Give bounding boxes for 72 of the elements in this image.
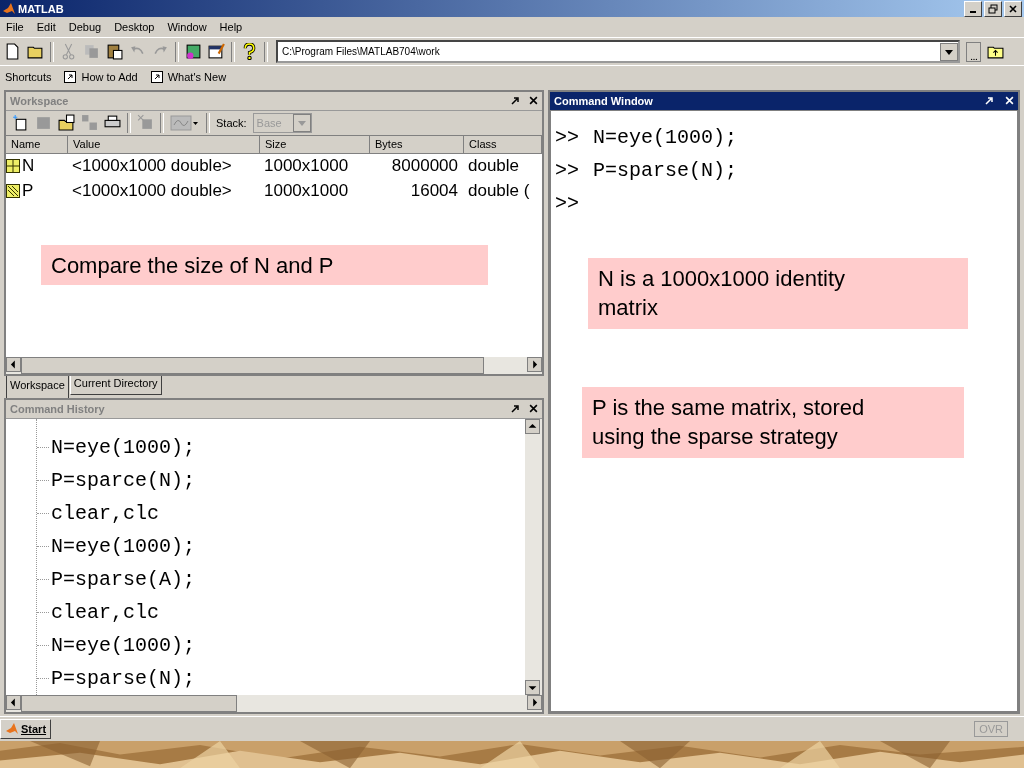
shortcut-link[interactable]: How to Add — [81, 70, 138, 83]
new-file-icon[interactable] — [4, 43, 21, 60]
annotation-note: Compare the size of N and P — [41, 244, 488, 285]
panel-title: Command Window — [554, 94, 654, 107]
history-entry[interactable]: P=sparse(N); — [51, 666, 196, 690]
import-data-icon[interactable] — [58, 114, 75, 131]
history-entry[interactable]: P=sparse(A); — [51, 567, 196, 591]
undock-button[interactable] — [511, 404, 519, 413]
scroll-down-icon[interactable] — [525, 679, 540, 695]
vertical-scrollbar[interactable] — [525, 418, 542, 695]
guide-icon[interactable] — [208, 43, 225, 60]
menu-item[interactable]: File — [6, 21, 24, 34]
column-header[interactable]: Class — [464, 135, 542, 154]
table-cell-text: 16004 — [409, 180, 459, 202]
history-entry[interactable]: P=sparce(N); — [51, 468, 196, 492]
paste-icon[interactable] — [106, 43, 123, 60]
shortcut-link[interactable]: What's New — [167, 70, 227, 83]
column-header[interactable]: Name — [6, 135, 68, 154]
column-header[interactable]: Value — [68, 135, 260, 154]
undock-button[interactable] — [511, 96, 519, 105]
minimize-button[interactable] — [964, 0, 982, 17]
overwrite-indicator: OVR — [974, 720, 1008, 737]
table-cell-text: 1000x1000 — [263, 180, 350, 202]
command-line: N=eye(1000); — [593, 125, 738, 149]
current-directory-field[interactable]: C:\Program Files\MATLAB704\work — [276, 40, 960, 63]
shortcut-icon[interactable] — [150, 70, 163, 83]
table-cell-text: 8000000 — [390, 155, 459, 177]
panel-title: Command History — [10, 402, 106, 415]
menu-item[interactable]: Edit — [36, 21, 56, 34]
minimize-icon — [970, 10, 976, 13]
restore-icon — [988, 3, 998, 14]
close-button[interactable] — [529, 96, 538, 105]
panel-title: Workspace — [10, 94, 70, 107]
history-entry[interactable]: N=eye(1000); — [51, 435, 196, 459]
shortcuts-label: Shortcuts — [5, 70, 52, 83]
history-entry[interactable]: clear,clc — [51, 600, 160, 624]
table-cell-text: 1000x1000 — [263, 155, 350, 177]
table-cell-text: double ( — [467, 180, 531, 202]
menu-item[interactable]: Debug — [68, 21, 102, 34]
close-button[interactable] — [529, 404, 538, 413]
table-cell-text: <1000x1000 double> — [71, 180, 233, 202]
annotation-note: N is a 1000x1000 identity matrix — [588, 257, 968, 329]
simulink-icon[interactable] — [185, 43, 202, 60]
command-prompt: >> — [555, 191, 579, 215]
table-cell-text: <1000x1000 double> — [71, 155, 233, 177]
history-entry[interactable]: N=eye(1000); — [51, 534, 196, 558]
restore-button[interactable] — [984, 0, 1002, 17]
column-header[interactable]: Bytes — [370, 135, 464, 154]
shortcut-icon[interactable] — [64, 70, 77, 83]
menu-item[interactable]: Help — [219, 21, 243, 34]
table-cell: P — [22, 181, 34, 201]
table-cell: N — [22, 156, 35, 176]
stack-label: Stack: — [216, 116, 247, 129]
help-icon[interactable] — [241, 43, 258, 60]
start-button[interactable]: Start — [0, 718, 52, 739]
matlab-logo-icon — [2, 1, 16, 16]
table-cell-text: double — [467, 155, 521, 177]
column-header[interactable]: Size — [260, 135, 370, 154]
panel-tab[interactable]: Workspace — [6, 375, 69, 400]
annotation-note: P is the same matrix, stored using the sparse strategy — [582, 386, 964, 458]
menu-item[interactable]: Window — [167, 21, 207, 34]
matlab-logo-icon — [5, 721, 19, 736]
new-variable-icon[interactable] — [12, 114, 29, 131]
browse-button[interactable] — [966, 41, 981, 62]
window-title: MATLAB — [18, 2, 65, 15]
history-entry[interactable]: clear,clc — [51, 501, 160, 525]
close-icon — [1008, 3, 1018, 14]
command-line: P=sparse(N); — [593, 158, 738, 182]
command-prompt: >> — [555, 125, 579, 149]
menu-item[interactable]: Desktop — [114, 21, 155, 34]
history-entry[interactable]: N=eye(1000); — [51, 633, 196, 657]
command-prompt: >> — [555, 158, 579, 182]
